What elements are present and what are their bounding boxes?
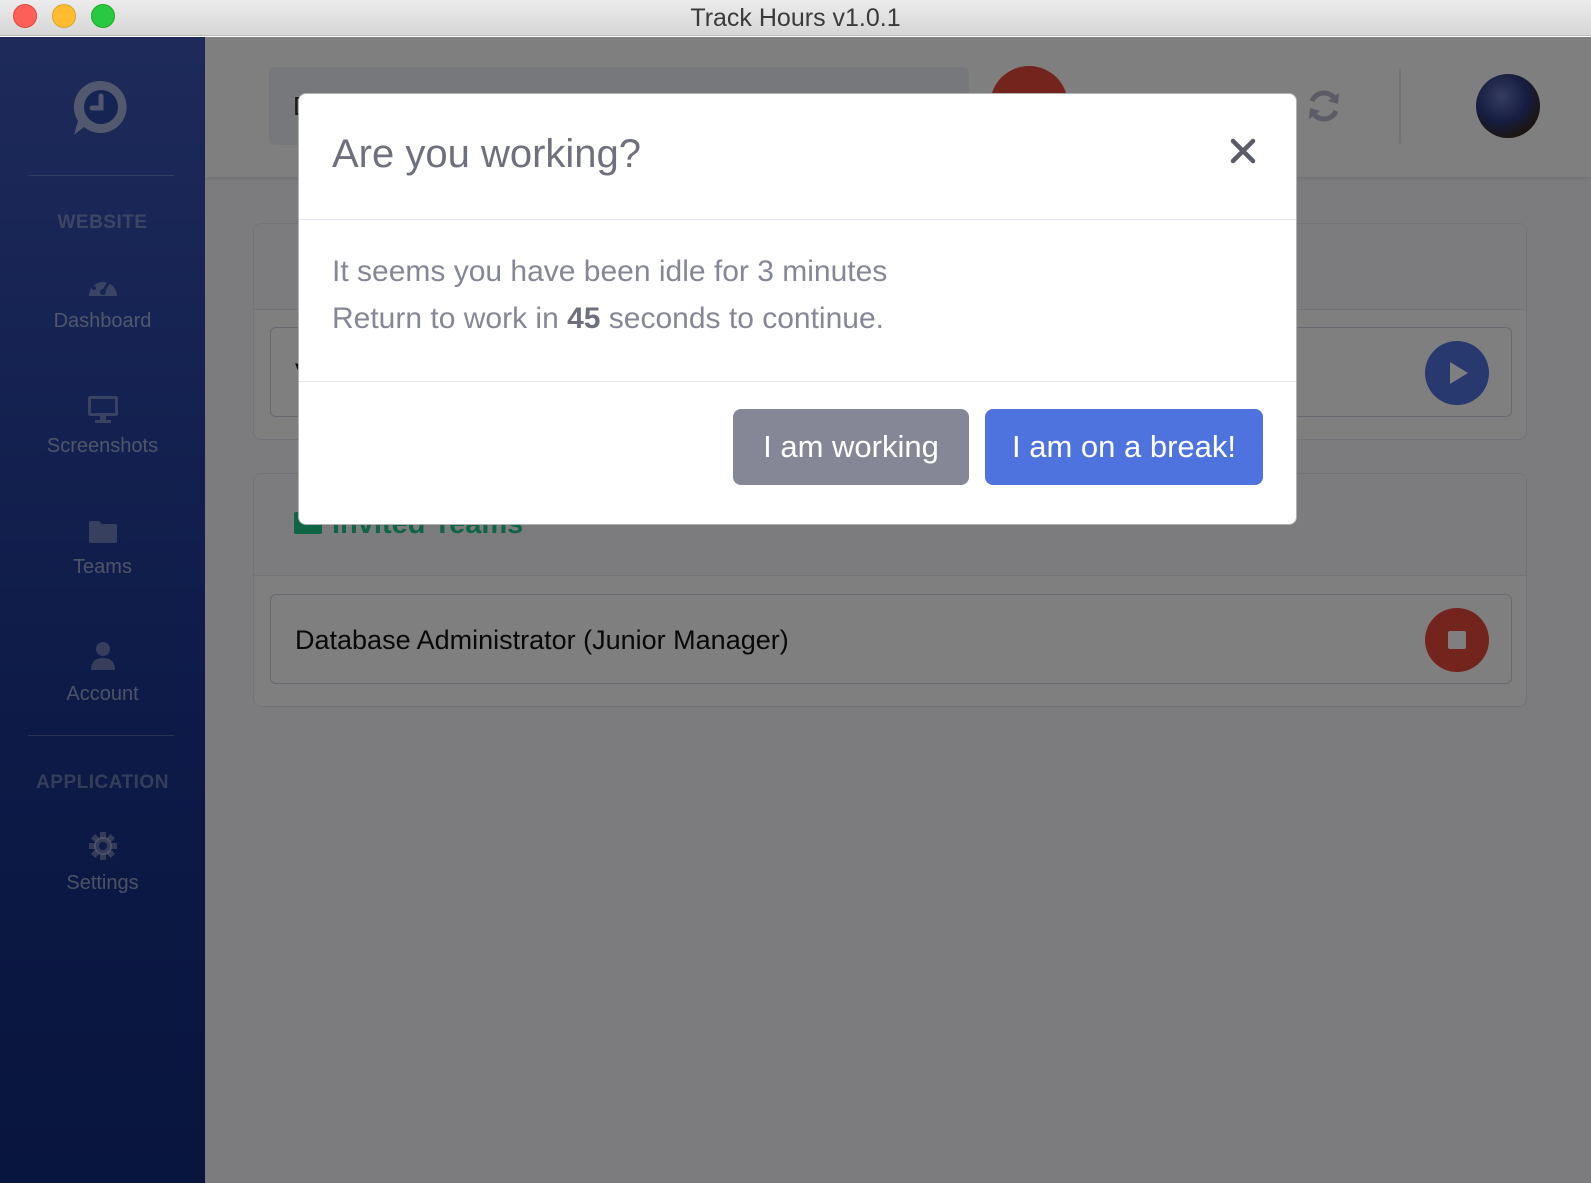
window-titlebar: Track Hours v1.0.1 bbox=[0, 0, 1591, 36]
countdown-prefix: Return to work in bbox=[332, 302, 568, 335]
countdown-message: Return to work in 45 seconds to continue… bbox=[332, 302, 884, 336]
modal-body: It seems you have been idle for 3 minute… bbox=[299, 221, 1296, 382]
window-title: Track Hours v1.0.1 bbox=[690, 4, 901, 32]
close-icon[interactable] bbox=[1226, 134, 1260, 168]
countdown-suffix: seconds to continue. bbox=[600, 302, 884, 335]
modal-footer: I am working I am on a break! bbox=[299, 383, 1296, 524]
on-break-button[interactable]: I am on a break! bbox=[985, 409, 1263, 485]
idle-message: It seems you have been idle for 3 minute… bbox=[332, 255, 888, 288]
countdown-seconds: 45 bbox=[567, 302, 601, 335]
i-am-working-button[interactable]: I am working bbox=[733, 409, 969, 485]
modal-title: Are you working? bbox=[332, 132, 642, 176]
idle-modal: Are you working? It seems you have been … bbox=[298, 93, 1297, 525]
modal-header: Are you working? bbox=[299, 94, 1296, 220]
